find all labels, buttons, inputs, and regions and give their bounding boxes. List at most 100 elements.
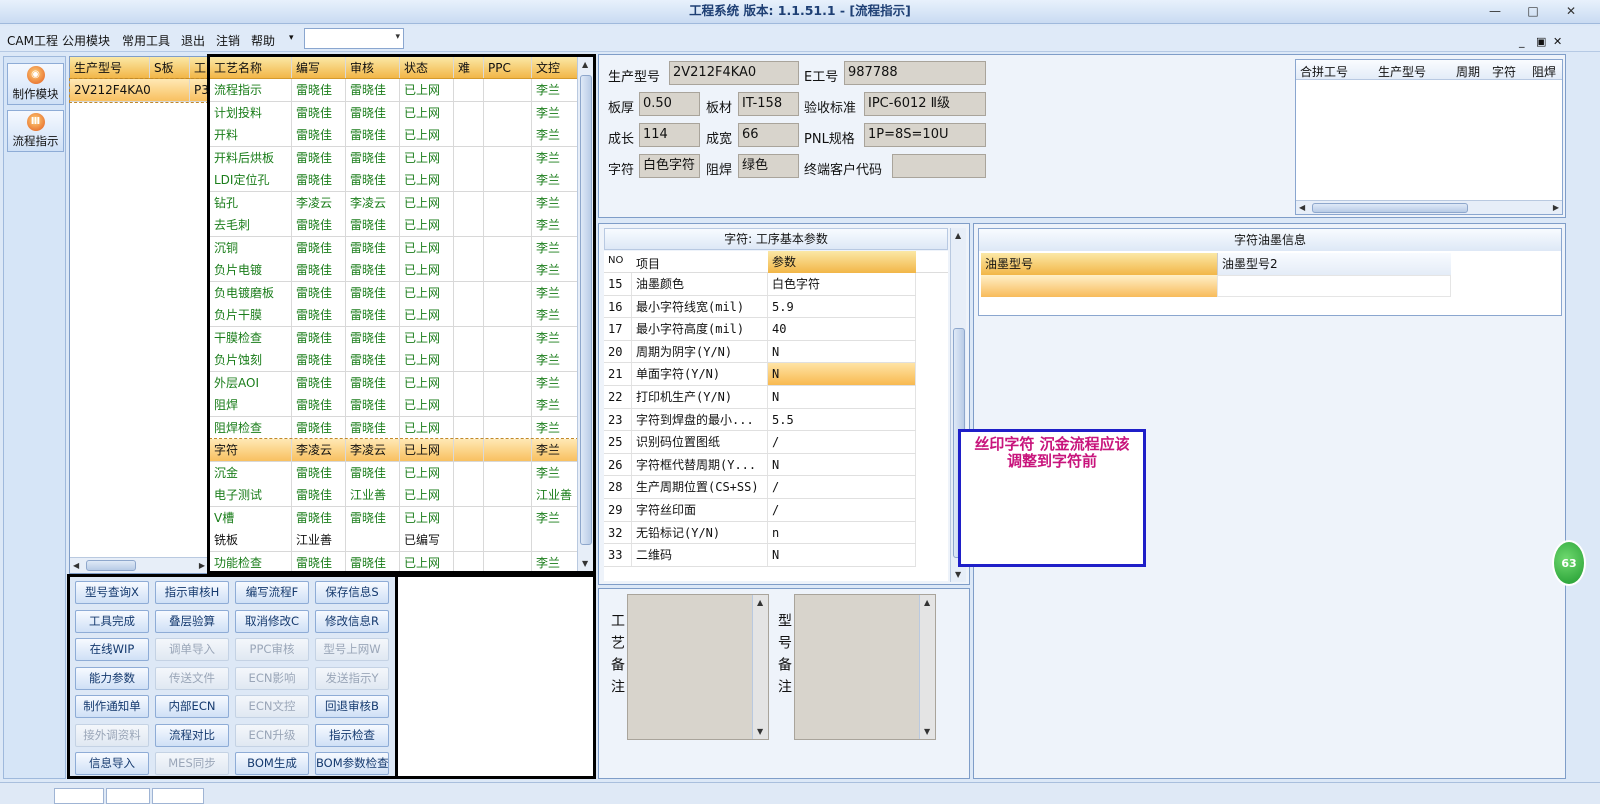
status-tab[interactable]: [152, 788, 204, 804]
action-button[interactable]: 修改信息R: [315, 609, 389, 633]
table-row[interactable]: 开料 雷晓佳 雷晓佳 已上网 李兰: [210, 124, 578, 147]
column-header[interactable]: 生产型号: [70, 57, 150, 78]
table-row[interactable]: 电子测试 雷晓佳 江业善 已上网 江业善: [210, 484, 578, 507]
column-header[interactable]: NO: [608, 255, 623, 266]
table-row[interactable]: 29 字符丝印面 /: [604, 499, 916, 522]
floating-badge[interactable]: 63: [1552, 540, 1586, 586]
table-row[interactable]: 流程指示 雷晓佳 雷晓佳 已上网 李兰: [210, 79, 578, 102]
action-button[interactable]: ECN文控: [235, 695, 309, 718]
action-button[interactable]: 发送指示Y: [315, 666, 389, 690]
thickness-field[interactable]: 0.50: [639, 92, 700, 116]
action-button[interactable]: ECN影响: [235, 666, 309, 690]
action-button[interactable]: 编写流程F: [235, 581, 309, 604]
model-hscroll[interactable]: ◀ ▶: [70, 557, 208, 573]
table-row[interactable]: 负片电镀 雷晓佳 雷晓佳 已上网 李兰: [210, 259, 578, 282]
table-row[interactable]: 功能检查 雷晓佳 雷晓佳 已上网 李兰: [210, 551, 578, 571]
help-dropdown-icon[interactable]: ▾: [289, 33, 294, 43]
column-header[interactable]: 状态: [400, 57, 454, 78]
column-header[interactable]: 参数: [768, 251, 916, 273]
standard-field[interactable]: IPC-6012 Ⅱ级: [864, 92, 986, 116]
table-row[interactable]: [1217, 275, 1451, 297]
action-button[interactable]: 叠层验算: [155, 609, 229, 633]
mdi-close-button[interactable]: ✕: [1553, 35, 1562, 48]
table-row[interactable]: 钻孔 李凌云 李凌云 已上网 李兰: [210, 191, 578, 215]
menu-tools[interactable]: 常用工具: [122, 32, 170, 49]
action-button[interactable]: 回退审核B: [315, 695, 389, 718]
column-header[interactable]: 阻焊: [1532, 63, 1556, 80]
pnl-field[interactable]: 1P=8S=10U: [864, 123, 986, 147]
action-button[interactable]: 型号查询X: [75, 581, 149, 604]
status-tab[interactable]: [106, 788, 150, 804]
action-button[interactable]: 保存信息S: [315, 581, 389, 604]
menu-logout[interactable]: 注销: [216, 32, 240, 49]
column-header[interactable]: 周期: [1456, 63, 1480, 80]
action-button[interactable]: 传送文件: [155, 666, 229, 690]
table-row[interactable]: 23 字符到焊盘的最小... 5.5: [604, 408, 916, 432]
close-button[interactable]: ✕: [1562, 3, 1580, 19]
legend-field[interactable]: 白色字符: [639, 154, 700, 178]
column-header[interactable]: 生产型号: [1378, 63, 1426, 80]
status-tab[interactable]: [54, 788, 104, 804]
action-button[interactable]: 调单导入: [155, 638, 229, 661]
table-row[interactable]: 开料后烘板 雷晓佳 雷晓佳 已上网 李兰: [210, 146, 578, 170]
table-row[interactable]: LDI定位孔 雷晓佳 雷晓佳 已上网 李兰: [210, 169, 578, 192]
action-button[interactable]: 指示检查: [315, 723, 389, 747]
table-row[interactable]: 负电镀磨板 雷晓佳 雷晓佳 已上网 李兰: [210, 281, 578, 305]
sidebar-item-flow-guide[interactable]: Ⅲ 流程指示: [7, 110, 64, 152]
table-row[interactable]: 20 周期为阴字(Y/N) N: [604, 340, 916, 364]
material-field[interactable]: IT-158: [738, 92, 799, 116]
model-remark-input[interactable]: ▲ ▼: [794, 594, 936, 740]
menu-combo[interactable]: ▾: [304, 28, 404, 49]
action-button[interactable]: 型号上网W: [315, 638, 389, 661]
action-button[interactable]: 信息导入: [75, 752, 149, 775]
action-button[interactable]: 指示审核H: [155, 581, 229, 604]
column-header[interactable]: PPC: [484, 57, 532, 78]
table-row[interactable]: 22 打印机生产(Y/N) N: [604, 386, 916, 409]
column-header[interactable]: 项目: [636, 255, 660, 272]
width-field[interactable]: 66: [738, 123, 799, 147]
table-row[interactable]: [981, 275, 1217, 297]
action-button[interactable]: BOM参数检查: [315, 752, 389, 775]
table-row[interactable]: 去毛刺 雷晓佳 雷晓佳 已上网 李兰: [210, 214, 578, 237]
table-row[interactable]: 计划投料 雷晓佳 雷晓佳 已上网 李兰: [210, 101, 578, 125]
minimize-button[interactable]: —: [1486, 3, 1504, 19]
column-header[interactable]: 油墨型号: [981, 253, 1217, 275]
action-button[interactable]: 流程对比: [155, 723, 229, 747]
action-button[interactable]: 工具完成: [75, 609, 149, 633]
table-row[interactable]: 28 生产周期位置(CS+SS) /: [604, 476, 916, 499]
menu-exit[interactable]: 退出: [181, 32, 205, 49]
column-header[interactable]: 难: [454, 57, 484, 78]
soldermask-field[interactable]: 绿色: [738, 154, 799, 178]
process-remark-input[interactable]: ▲ ▼: [627, 594, 769, 740]
action-button[interactable]: 在线WIP: [75, 638, 149, 661]
table-row[interactable]: 2V212F4KA0 P3: [69, 78, 209, 103]
table-row[interactable]: 16 最小字符线宽(mil) 5.9: [604, 295, 916, 319]
table-row[interactable]: V槽 雷晓佳 雷晓佳 已上网 李兰: [210, 506, 578, 530]
customer-code-field[interactable]: [892, 154, 986, 178]
length-field[interactable]: 114: [639, 123, 700, 147]
table-row[interactable]: 33 二维码 N: [604, 544, 916, 567]
column-header[interactable]: 编写: [292, 57, 346, 78]
action-button[interactable]: BOM生成: [235, 752, 309, 775]
process-vscroll[interactable]: ▲ ▼: [577, 57, 593, 571]
model-number-field[interactable]: 2V212F4KA0: [669, 61, 799, 85]
table-row[interactable]: 25 识别码位置图纸 /: [604, 431, 916, 454]
menu-help[interactable]: 帮助: [251, 32, 275, 49]
action-button[interactable]: 内部ECN: [155, 695, 229, 718]
table-row[interactable]: 沉金 雷晓佳 雷晓佳 已上网 李兰: [210, 461, 578, 485]
table-row[interactable]: 铣板 江业善 已编写: [210, 529, 578, 552]
table-row[interactable]: 15 油墨颜色 白色字符: [604, 273, 916, 296]
table-row[interactable]: 沉铜 雷晓佳 雷晓佳 已上网 李兰: [210, 236, 578, 260]
table-row[interactable]: 负片干膜 雷晓佳 雷晓佳 已上网 李兰: [210, 304, 578, 327]
column-header[interactable]: S板: [150, 57, 190, 78]
sidebar-item-make-module[interactable]: ◉ 制作模块: [7, 63, 64, 105]
table-row[interactable]: 干膜检查 雷晓佳 雷晓佳 已上网 李兰: [210, 326, 578, 350]
column-header[interactable]: 油墨型号2: [1217, 253, 1451, 275]
table-row[interactable]: 21 单面字符(Y/N) N: [604, 363, 916, 386]
e-number-field[interactable]: 987788: [844, 61, 986, 85]
table-row[interactable]: 32 无铅标记(Y/N) n: [604, 521, 916, 545]
column-header[interactable]: 审核: [346, 57, 400, 78]
maximize-button[interactable]: □: [1524, 3, 1542, 19]
table-row[interactable]: 阻焊检查 雷晓佳 雷晓佳 已上网 李兰: [210, 416, 578, 440]
table-row[interactable]: 26 字符框代替周期(Y... N: [604, 453, 916, 477]
